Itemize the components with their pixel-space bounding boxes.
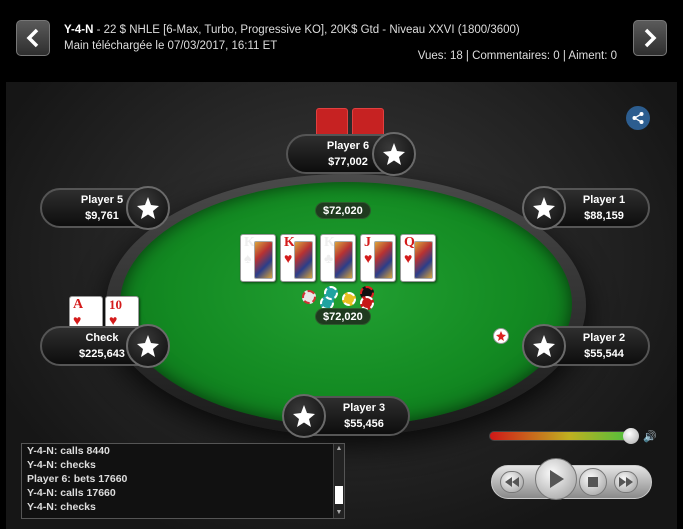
- chip-icon: [324, 286, 338, 300]
- spade-icon: [533, 335, 555, 357]
- card-suit: ♥: [404, 250, 413, 266]
- face-card-art: [294, 241, 313, 279]
- scroll-down-icon[interactable]: ▼: [335, 509, 343, 517]
- card-suit: ♠: [244, 250, 252, 266]
- hero-name: Y-4-N: [64, 24, 94, 36]
- board-card-5: Q ♥: [400, 234, 436, 282]
- play-icon: [550, 470, 564, 488]
- board-card-1: K ♠: [240, 234, 276, 282]
- log-scrollbar[interactable]: ▲ ▼: [333, 444, 344, 518]
- chevron-left-icon: [26, 28, 39, 48]
- fast-forward-icon: [619, 477, 633, 487]
- spade-icon: [293, 405, 315, 427]
- log-entry: Y-4-N: checks: [27, 459, 96, 471]
- log-entry: Y-4-N: calls 8440: [27, 445, 110, 457]
- action-log[interactable]: Y-4-N: calls 8440 Y-4-N: checks Player 6…: [21, 443, 345, 519]
- spade-icon: [137, 197, 159, 219]
- card-rank: A: [73, 297, 84, 312]
- share-icon: [632, 112, 644, 124]
- card-rank: J: [364, 235, 371, 250]
- face-card-art: [254, 241, 273, 279]
- hand-stats: Vues: 18 | Commentaires: 0 | Aiment: 0: [417, 50, 617, 62]
- board-card-3: K ♣: [320, 234, 356, 282]
- play-button[interactable]: [535, 458, 577, 500]
- stop-icon: [588, 477, 598, 487]
- speaker-icon[interactable]: 🔊: [643, 431, 657, 443]
- player-1-avatar: [522, 186, 566, 230]
- card-rank: 10: [109, 297, 122, 312]
- board-card-4: J ♥: [360, 234, 396, 282]
- fast-forward-button[interactable]: [614, 471, 638, 493]
- scroll-up-icon[interactable]: ▲: [335, 445, 343, 453]
- log-entry: Player 6: bets 17660: [27, 473, 128, 485]
- board-card-2: K ♥: [280, 234, 316, 282]
- spade-icon: [383, 143, 405, 165]
- card-suit: ♥: [109, 312, 118, 328]
- chip-icon: [342, 292, 356, 306]
- share-button[interactable]: [626, 106, 650, 130]
- face-card-art: [414, 241, 433, 279]
- stop-button[interactable]: [579, 468, 607, 496]
- log-entry: Y-4-N: checks: [27, 501, 96, 513]
- pot-total: $72,020: [315, 202, 371, 219]
- card-suit: ♥: [364, 250, 373, 266]
- previous-hand-button[interactable]: [16, 20, 50, 56]
- volume-knob[interactable]: [623, 428, 639, 444]
- player-5-avatar: [126, 186, 170, 230]
- chevron-right-icon: [644, 28, 657, 48]
- face-card-art: [334, 241, 353, 279]
- card-suit: ♥: [73, 312, 82, 328]
- hero-card-1: A ♥: [69, 296, 103, 330]
- log-entry: Y-4-N: calls 17660: [27, 487, 116, 499]
- player-3-avatar: [282, 394, 326, 438]
- volume-slider[interactable]: [489, 428, 639, 444]
- rewind-icon: [505, 477, 519, 487]
- rewind-button[interactable]: [500, 471, 524, 493]
- spade-icon: [137, 335, 159, 357]
- hero-avatar: [126, 324, 170, 368]
- player-2-avatar: [522, 324, 566, 368]
- face-card-art: [374, 241, 393, 279]
- hero-card-2: 10 ♥: [105, 296, 139, 330]
- scroll-thumb[interactable]: [335, 486, 343, 504]
- card-suit: ♣: [324, 250, 334, 266]
- pot-amount: $72,020: [315, 308, 371, 325]
- replay-header: Y-4-N - 22 $ NHLE [6-Max, Turbo, Progres…: [0, 0, 683, 75]
- spade-icon: [533, 197, 555, 219]
- dealer-icon: [496, 331, 506, 341]
- chip-icon: [302, 290, 316, 304]
- tournament-description: - 22 $ NHLE [6-Max, Turbo, Progressive K…: [93, 24, 520, 36]
- dealer-button: [493, 328, 509, 344]
- next-hand-button[interactable]: [633, 20, 667, 56]
- player-6-avatar: [372, 132, 416, 176]
- hand-title: Y-4-N - 22 $ NHLE [6-Max, Turbo, Progres…: [64, 22, 619, 38]
- card-suit: ♥: [284, 250, 293, 266]
